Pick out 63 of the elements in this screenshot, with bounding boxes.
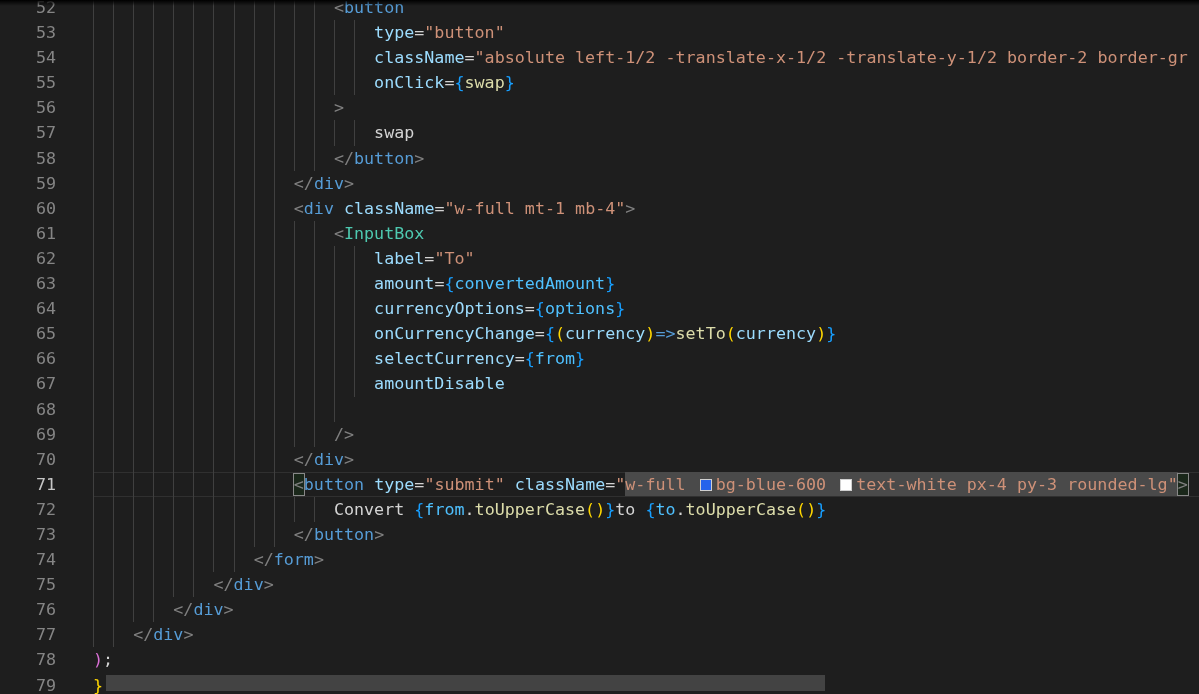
code-line: > xyxy=(333,97,344,118)
matching-bracket: > xyxy=(1176,472,1189,496)
color-swatch-icon[interactable] xyxy=(699,478,712,491)
code-line: <InputBox xyxy=(333,222,425,243)
code-line: </div> xyxy=(133,624,194,645)
line-number: 76 xyxy=(35,598,56,622)
code-line: </button> xyxy=(333,147,425,168)
code-text: w-full xyxy=(625,473,687,494)
code-text: button type="submit" className=" xyxy=(303,473,626,494)
line-number: 53 xyxy=(35,21,56,45)
line-number: 60 xyxy=(35,196,56,220)
line-number: 66 xyxy=(35,347,56,371)
line-number: 78 xyxy=(35,648,56,672)
code-line: </div> xyxy=(173,599,234,620)
line-number: 59 xyxy=(35,171,56,195)
code-line: amount={convertedAmount} xyxy=(374,273,616,294)
code-line: <div className="w-full mt-1 mb-4"> xyxy=(293,197,636,218)
code-line: </button> xyxy=(293,523,385,544)
line-number: 74 xyxy=(35,548,56,572)
code-text: bg-blue-600 xyxy=(715,473,828,494)
code-line: amountDisable xyxy=(374,373,505,394)
code-line: } xyxy=(93,674,104,694)
color-swatch-icon[interactable] xyxy=(840,478,853,491)
code-line: className="absolute left-1/2 -translate-x-1/2 -translate-y-1/2 border-2 border-gr xyxy=(374,47,1188,68)
matching-bracket: < xyxy=(292,472,305,496)
line-number: 72 xyxy=(35,497,56,521)
line-number: 73 xyxy=(35,522,56,546)
line-number: 57 xyxy=(35,121,56,145)
line-number: 63 xyxy=(35,272,56,296)
code-line: swap xyxy=(374,122,415,143)
code-line: </form> xyxy=(253,549,324,570)
code-line: </div> xyxy=(293,448,355,469)
line-number: 58 xyxy=(35,146,56,170)
line-number: 68 xyxy=(35,397,56,421)
line-number: 77 xyxy=(35,623,56,647)
line-number: 55 xyxy=(35,71,56,95)
line-number: 79 xyxy=(35,673,56,694)
line-number: 61 xyxy=(35,221,56,245)
code-line: /> xyxy=(333,423,355,444)
code-line: type="button" xyxy=(374,22,505,43)
code-line: Convert {from.toUpperCase()}to {to.toUpperCase()} xyxy=(333,498,827,519)
line-number: 64 xyxy=(35,297,56,321)
line-number: 56 xyxy=(35,96,56,120)
line-number: 52 xyxy=(35,0,56,19)
code-text: text-white px-4 py-3 rounded-lg" xyxy=(856,473,1178,494)
code-line: ); xyxy=(93,649,114,670)
line-number: 69 xyxy=(35,422,56,446)
code-line: </div> xyxy=(293,172,355,193)
code-line: label="To" xyxy=(374,247,475,268)
code-line: onCurrencyChange={(currency)=>setTo(currency)} xyxy=(374,323,837,344)
line-number: 65 xyxy=(35,322,56,346)
scrollbar-thumb[interactable] xyxy=(106,675,825,691)
code-line: <button xyxy=(333,0,405,17)
code-line: currencyOptions={options} xyxy=(374,298,626,319)
code-line: selectCurrency={from} xyxy=(374,348,586,369)
line-number: 62 xyxy=(35,246,56,270)
line-number: 71 xyxy=(35,472,56,496)
line-number: 54 xyxy=(35,46,56,70)
code-line: </div> xyxy=(213,574,274,595)
code-line: onClick={swap} xyxy=(374,72,515,93)
line-number: 70 xyxy=(35,447,56,471)
line-number: 67 xyxy=(35,372,56,396)
line-number: 75 xyxy=(35,573,56,597)
